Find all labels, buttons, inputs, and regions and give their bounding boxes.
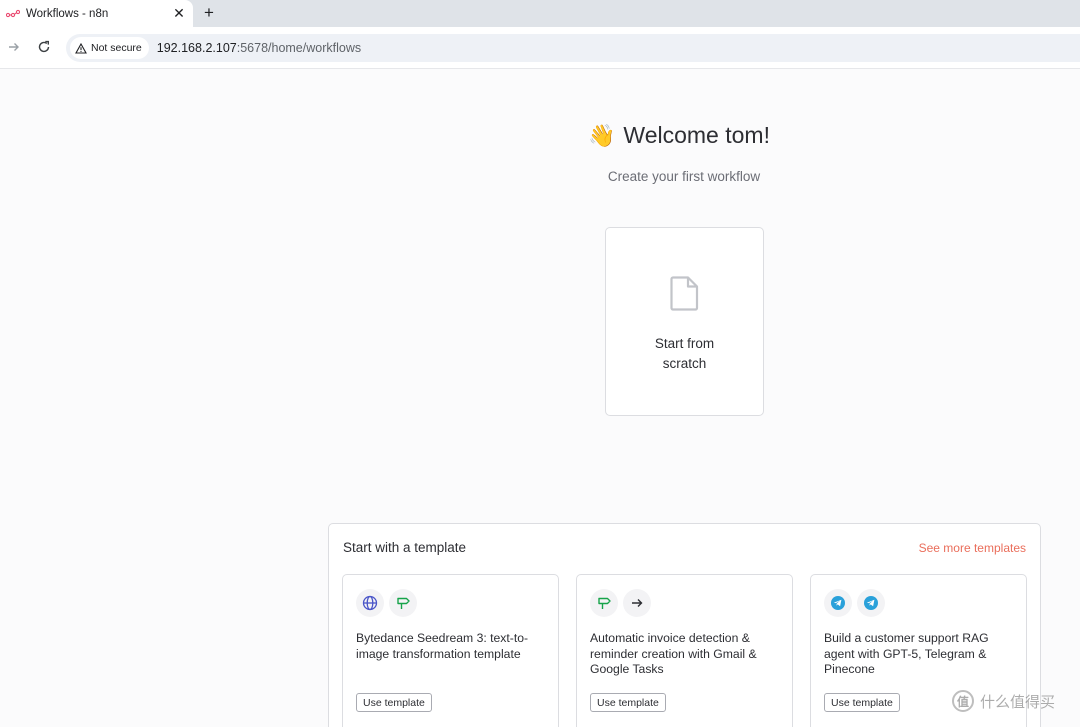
telegram-icon [824,589,852,617]
template-card[interactable]: Automatic invoice detection & reminder c… [576,574,793,727]
url-path: :5678/home/workflows [236,41,362,55]
use-template-button[interactable]: Use template [590,693,666,712]
security-label: Not secure [91,42,142,54]
main-content: 👋 Welcome tom! Create your first workflo… [0,70,1080,727]
url-host: 192.168.2.107 [156,41,237,55]
template-name: Bytedance Seedream 3: text-to-image tran… [356,631,529,661]
browser-tab-strip: Workflows - n8n ✕ + [0,0,1080,27]
signpost-icon [590,589,618,617]
tab-title: Workflows - n8n [26,7,109,20]
tab-close-icon[interactable]: ✕ [169,4,189,24]
watermark: 值 什么值得买 [952,690,1055,712]
use-template-button[interactable]: Use template [824,693,900,712]
use-template-button[interactable]: Use template [356,693,432,712]
see-more-templates-link[interactable]: See more templates [919,541,1026,555]
templates-title: Start with a template [343,540,467,555]
browser-toolbar: Not secure 192.168.2.107:5678/home/workf… [0,27,1080,69]
globe-icon [356,589,384,617]
welcome-subtitle: Create your first workflow [607,169,761,184]
template-name: Build a customer support RAG agent with … [824,631,989,677]
templates-section: Start with a template See more templates… [328,523,1041,727]
address-bar[interactable]: Not secure 192.168.2.107:5678/home/workf… [66,34,1080,62]
new-tab-button[interactable]: + [199,3,219,23]
start-from-scratch-label: Start from scratch [654,336,715,371]
signpost-icon [389,589,417,617]
watermark-text: 什么值得买 [980,693,1056,711]
waving-hand-icon: 👋 [588,122,616,148]
security-chip[interactable]: Not secure [70,37,149,59]
browser-tab[interactable]: Workflows - n8n ✕ [0,0,193,27]
welcome-heading: 👋 Welcome tom! [588,122,788,149]
watermark-badge: 值 [952,690,974,712]
telegram-icon [857,589,885,617]
url-text: 192.168.2.107:5678/home/workflows [157,41,361,55]
reload-icon[interactable] [34,37,54,57]
forward-icon[interactable] [4,37,24,57]
welcome-title: Welcome tom! [623,122,770,148]
arrow-right-icon [623,589,651,617]
n8n-logo-icon [6,9,20,17]
warning-icon [75,42,87,54]
document-icon [670,276,699,311]
start-from-scratch-card[interactable]: Start from scratch [605,227,764,416]
template-name: Automatic invoice detection & reminder c… [590,631,757,677]
template-card[interactable]: Bytedance Seedream 3: text-to-image tran… [342,574,559,727]
